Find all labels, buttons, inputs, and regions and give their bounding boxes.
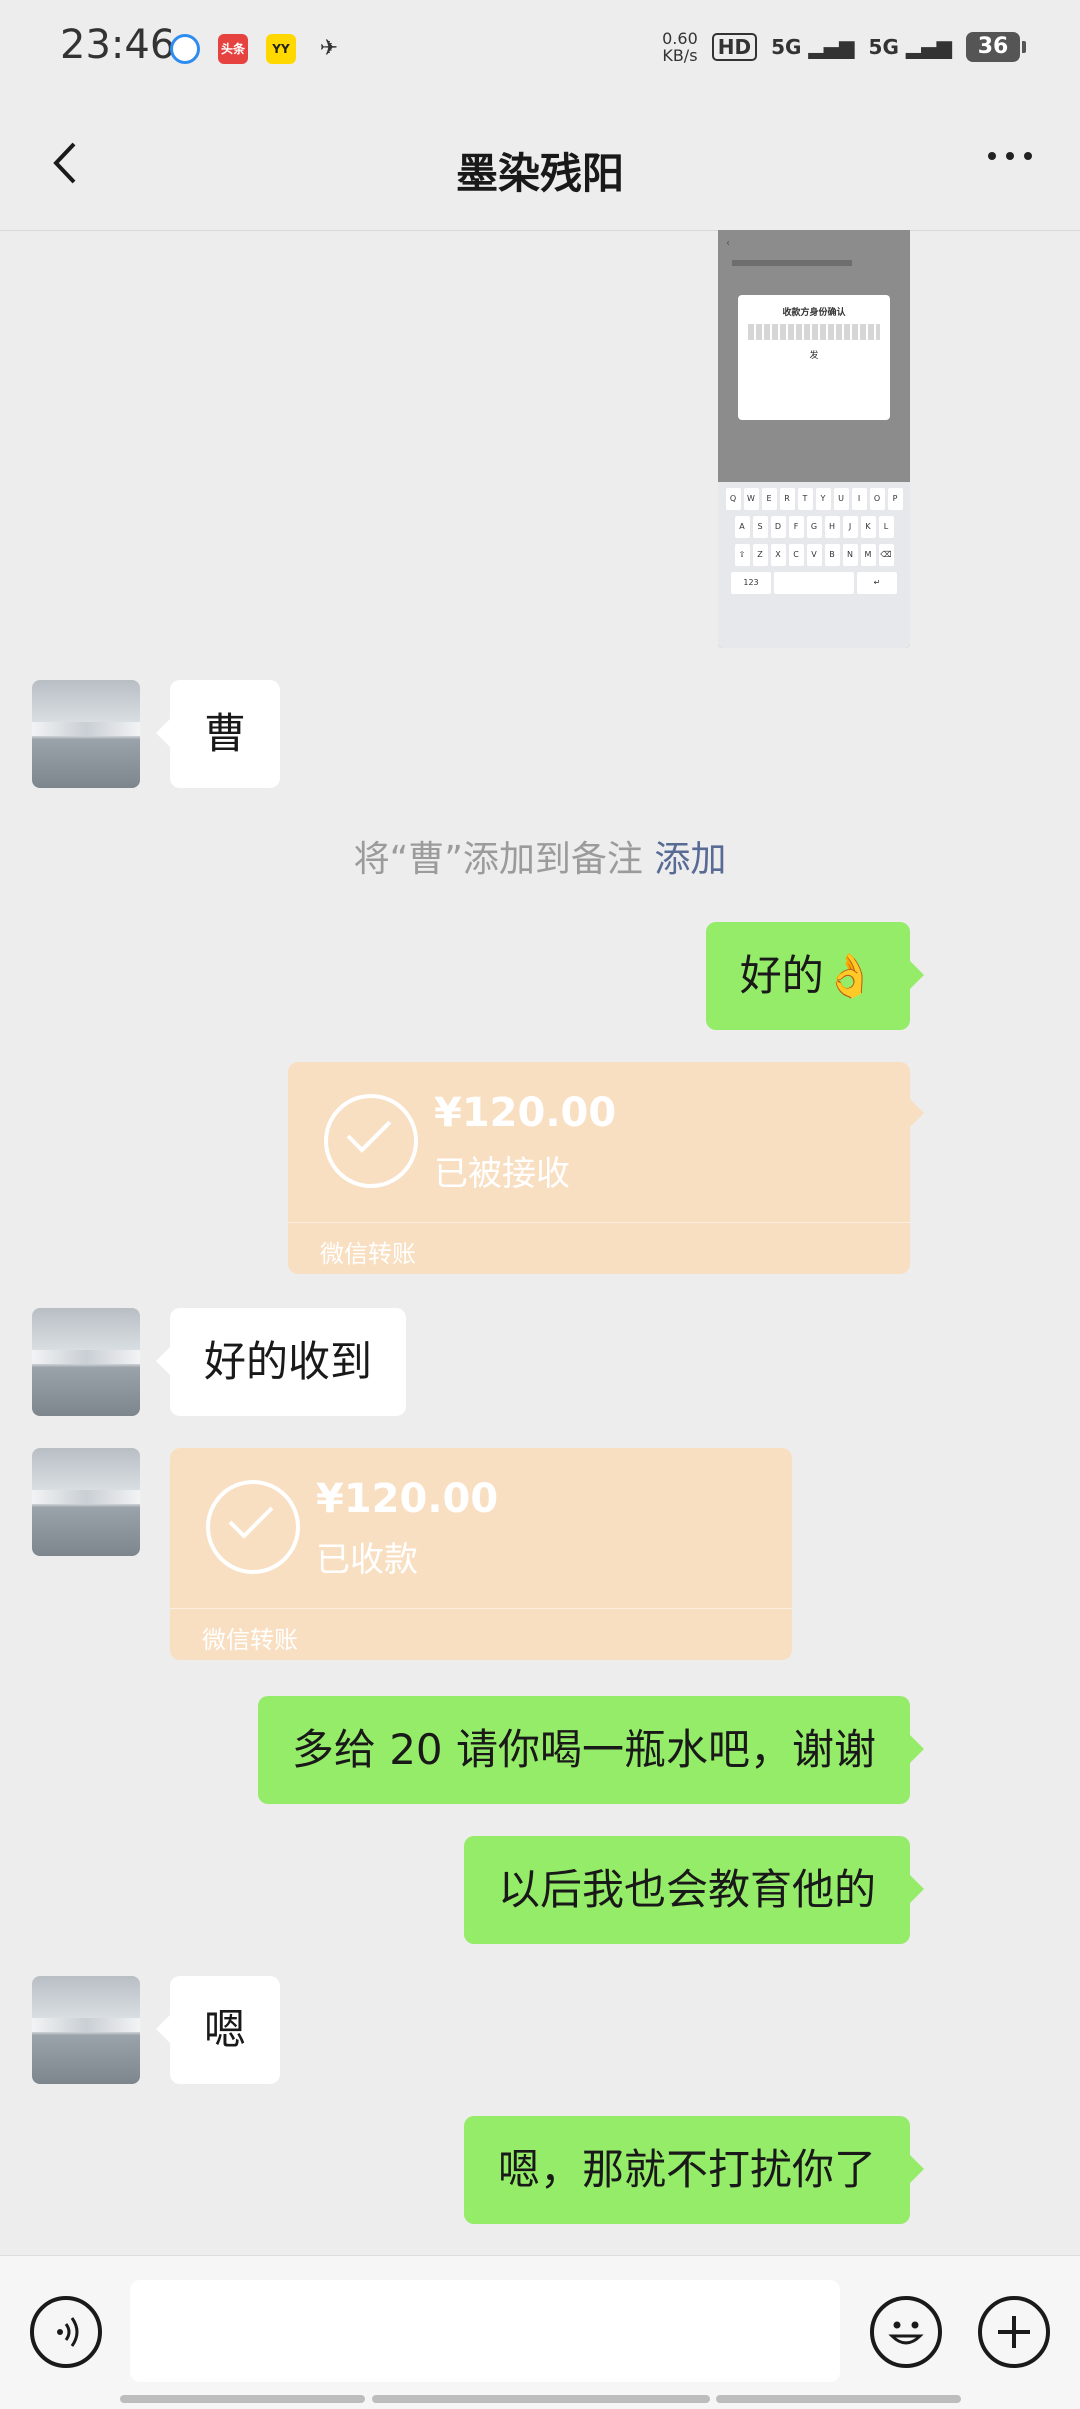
message-bubble-out[interactable]: 好的👌 (705, 922, 925, 1030)
signal-icon: 5G ▂▄▆ (771, 35, 855, 59)
nav-gesture-bar (120, 2395, 365, 2403)
thumb-line (732, 260, 852, 266)
avatar[interactable] (32, 1976, 140, 2084)
more-dot-icon (1006, 152, 1014, 160)
message-bubble-in[interactable]: 好的收到 (155, 1308, 407, 1416)
voice-icon (57, 2317, 79, 2347)
hd-icon: HD (711, 33, 758, 61)
transfer-footer: 微信转账 (202, 1626, 298, 1654)
transfer-amount: ¥120.00 (434, 1090, 617, 1136)
net-speed: 0.60 KB/s (662, 29, 698, 65)
more-dot-icon (988, 152, 996, 160)
transfer-card-received[interactable]: ¥120.00 已收款 微信转账 (170, 1448, 792, 1660)
avatar[interactable] (32, 1448, 140, 1556)
page-title: 墨染残阳 (455, 149, 624, 198)
yy-icon: YY (266, 34, 296, 64)
transfer-amount: ¥120.00 (316, 1476, 499, 1522)
plane-icon: ✈ (319, 36, 339, 61)
emoji-icon (888, 2321, 924, 2345)
input-bar (0, 2255, 1080, 2409)
transfer-status: 已被接收 (434, 1154, 570, 1194)
message-bubble-in[interactable]: 嗯 (155, 1976, 281, 2084)
signal-icon-2: 5G ▂▄▆ (868, 35, 952, 59)
message-bubble-out[interactable]: 多给 20 请你喝一瓶水吧，谢谢 (257, 1696, 925, 1804)
battery-icon: 36 (966, 32, 1026, 62)
status-time: 23:46 (60, 22, 176, 68)
system-note: 将“曹”添加到备注 添加 (353, 839, 727, 880)
avatar[interactable] (32, 680, 140, 788)
emoji-button[interactable] (870, 2296, 942, 2368)
transfer-footer: 微信转账 (320, 1240, 416, 1268)
message-bubble-in[interactable]: 曹 (155, 680, 281, 788)
add-remark-link[interactable]: 添加 (654, 839, 726, 880)
more-dot-icon (1024, 152, 1032, 160)
image-message[interactable]: ‹ 收款方身份确认 发 QWERTYUIOP ASDFGHJKL ⇧ Z X C V B N… (718, 230, 910, 648)
transfer-card-sent[interactable]: ¥120.00 已被接收 微信转账 (288, 1062, 924, 1274)
plus-icon (998, 2316, 1030, 2348)
thumb-back-icon: ‹ (726, 238, 730, 249)
status-bar: 23:46 头条 YY ✈ 0.60 KB/s HD 5G ▂▄▆ 5G ▂▄▆… (0, 0, 1080, 100)
plus-button[interactable] (978, 2296, 1050, 2368)
voice-button[interactable] (30, 2296, 102, 2368)
message-input[interactable] (130, 2280, 840, 2382)
check-icon (206, 1480, 300, 1574)
status-indicators: 0.60 KB/s HD 5G ▂▄▆ 5G ▂▄▆ 36 (662, 29, 1026, 65)
chat-header: 墨染残阳 (0, 100, 1080, 231)
message-list[interactable]: ‹ 收款方身份确认 发 QWERTYUIOP ASDFGHJKL ⇧ Z X C V B N… (0, 230, 1080, 2255)
toutiao-icon: 头条 (218, 34, 248, 64)
check-icon (324, 1094, 418, 1188)
nav-gesture-bar (372, 2395, 710, 2403)
avatar[interactable] (32, 1308, 140, 1416)
transfer-status: 已收款 (316, 1540, 418, 1580)
thumb-dialog: 收款方身份确认 发 (738, 295, 890, 420)
message-bubble-out[interactable]: 以后我也会教育他的 (463, 1836, 925, 1944)
status-app-icons: 头条 YY ✈ (170, 34, 344, 64)
browser-icon (170, 34, 200, 64)
nav-gesture-bar (716, 2395, 961, 2403)
message-bubble-out[interactable]: 嗯，那就不打扰你了 (463, 2116, 925, 2224)
thumb-keyboard: QWERTYUIOP ASDFGHJKL ⇧ Z X C V B N M ⌫ 123 ↵ (718, 482, 910, 648)
more-button[interactable] (988, 152, 1032, 160)
